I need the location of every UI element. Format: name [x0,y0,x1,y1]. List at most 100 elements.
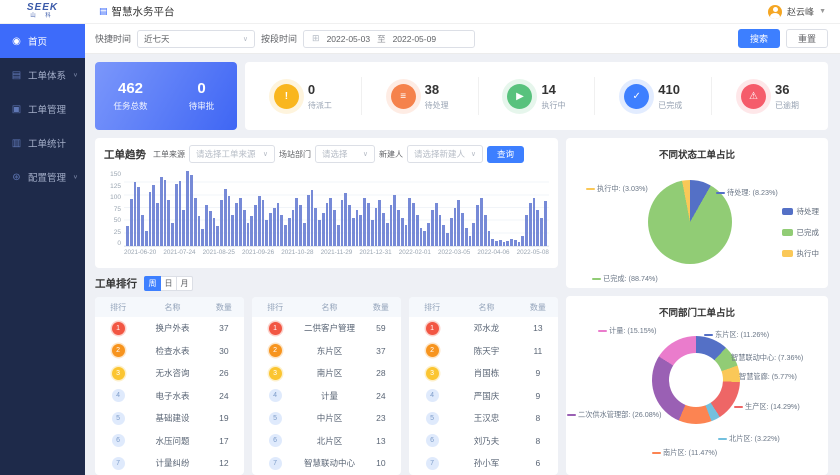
search-button[interactable]: 搜索 [738,29,780,48]
table-row: 6水压问题17 [95,430,244,453]
user-menu[interactable]: 赵云峰 ▼ [768,5,840,19]
creator-placeholder: 请选择新建人 [414,148,465,160]
bar [284,225,287,246]
brand-logo-subtext: 山 科 [30,14,55,20]
bar [469,236,472,246]
x-tick: 2021-07-24 [163,249,195,256]
ranking-period-toggle: 周日月 [144,276,193,291]
table-row: 1邓水龙13 [409,317,558,340]
bar [322,213,325,246]
ranking-title: 工单排行 [95,276,137,291]
bar [265,220,268,246]
rank-count: 59 [361,323,401,333]
rank-name: 肖国栋 [455,367,518,379]
bar [514,240,517,246]
dept-select[interactable]: 请选择 ∨ [315,145,375,163]
bar [367,203,370,246]
table-row: 5基础建设19 [95,407,244,430]
bar [171,223,174,246]
brand-logo[interactable]: SEEK 山 科 [0,3,85,20]
sidebar-item-3[interactable]: ▣工单管理 [0,92,85,126]
donut [652,336,740,424]
bar [190,175,193,247]
rank-badge: 2 [112,344,125,357]
rank-name: 王汉忠 [455,412,518,424]
rank-count: 8 [518,413,558,423]
ranking-tab-周[interactable]: 周 [144,276,161,291]
bar [303,223,306,246]
bar [348,205,351,246]
sidebar-item-label: 首页 [28,34,47,48]
bar [126,226,129,246]
y-tick: 150 [110,171,121,178]
quick-time-value: 近七天 [144,33,170,45]
bar [352,218,355,246]
sidebar-item-5[interactable]: ⊛配置管理∨ [0,160,85,194]
rank-name: 东片区 [298,345,361,357]
creator-select[interactable]: 请选择新建人 ∨ [407,145,483,163]
bar [231,215,234,246]
order-source-label: 工单来源 [153,149,185,160]
bar [145,231,148,246]
document-icon: ≡ [391,84,416,109]
reset-button[interactable]: 重置 [786,29,828,48]
bar [243,210,246,246]
rank-count: 13 [361,436,401,446]
quick-time-select[interactable]: 近七天 ∨ [137,30,255,48]
bar [510,239,513,247]
bar [311,190,314,246]
bar [390,205,393,246]
bar [435,203,438,246]
query-button[interactable]: 查询 [487,146,524,163]
column-header: 排行 [95,302,141,313]
bar [439,215,442,246]
sidebar-item-2[interactable]: ▤工单体系∨ [0,58,85,92]
sidebar-item-1[interactable]: ◉首页 [0,24,85,58]
rank-count: 9 [518,368,558,378]
bar [521,236,524,246]
stat-item-执行中: ▶14执行中 [507,82,565,111]
date-range-picker[interactable]: ⊞ 2022-05-03 至 2022-05-09 [303,30,475,48]
user-avatar[interactable] [768,5,782,19]
table-row: 3南片区28 [252,362,401,385]
sidebar-item-label: 工单管理 [28,102,66,116]
divider [711,77,712,115]
bar [401,218,404,246]
table-row: 7孙小军6 [409,452,558,475]
dept-placeholder: 请选择 [322,148,348,160]
dept-donut-chart: 东片区: (11.26%)智慧联动中心: (7.36%)智慧管廊: (5.77%… [566,320,828,475]
status-stats-card: !0待派工≡38待处理▶14执行中✓410已完成⚠36已逾期 [245,62,828,130]
column-header: 名称 [455,302,518,313]
rank-name: 陈天宇 [455,345,518,357]
rank-badge: 6 [426,434,439,447]
sidebar-item-4[interactable]: ▥工单统计 [0,126,85,160]
column-header: 数量 [204,302,244,313]
bar [378,200,381,246]
bar [160,177,163,246]
y-tick: 0 [117,240,121,247]
calendar-icon: ⊞ [312,33,320,44]
bar [503,242,506,246]
bar [149,192,152,246]
rank-name: 计量 [298,390,361,402]
main-content: 462 任务总数 0 待审批 !0待派工≡38待处理▶14执行中✓410已完成⚠… [85,54,840,475]
table-row: 3肖国栋9 [409,362,558,385]
bar [525,215,528,246]
y-tick: 25 [114,229,121,236]
rank-badge: 6 [112,434,125,447]
pie-label-北片区: 北片区: (3.22%) [718,434,780,444]
stat-item-待处理: ≡38待处理 [391,82,449,111]
column-header: 排行 [252,302,298,313]
bar [269,213,272,246]
ranking-tab-日[interactable]: 日 [160,276,177,291]
rank-name: 邓水龙 [455,322,518,334]
bar [205,205,208,246]
bar [224,189,227,246]
ranking-tab-月[interactable]: 月 [176,276,193,291]
order-source-select[interactable]: 请选择工单来源 ∨ [189,145,275,163]
rank-count: 19 [204,413,244,423]
bar [344,193,347,246]
rank-count: 30 [204,346,244,356]
stat-label: 已完成 [658,100,682,111]
table-row: 2东片区37 [252,340,401,363]
